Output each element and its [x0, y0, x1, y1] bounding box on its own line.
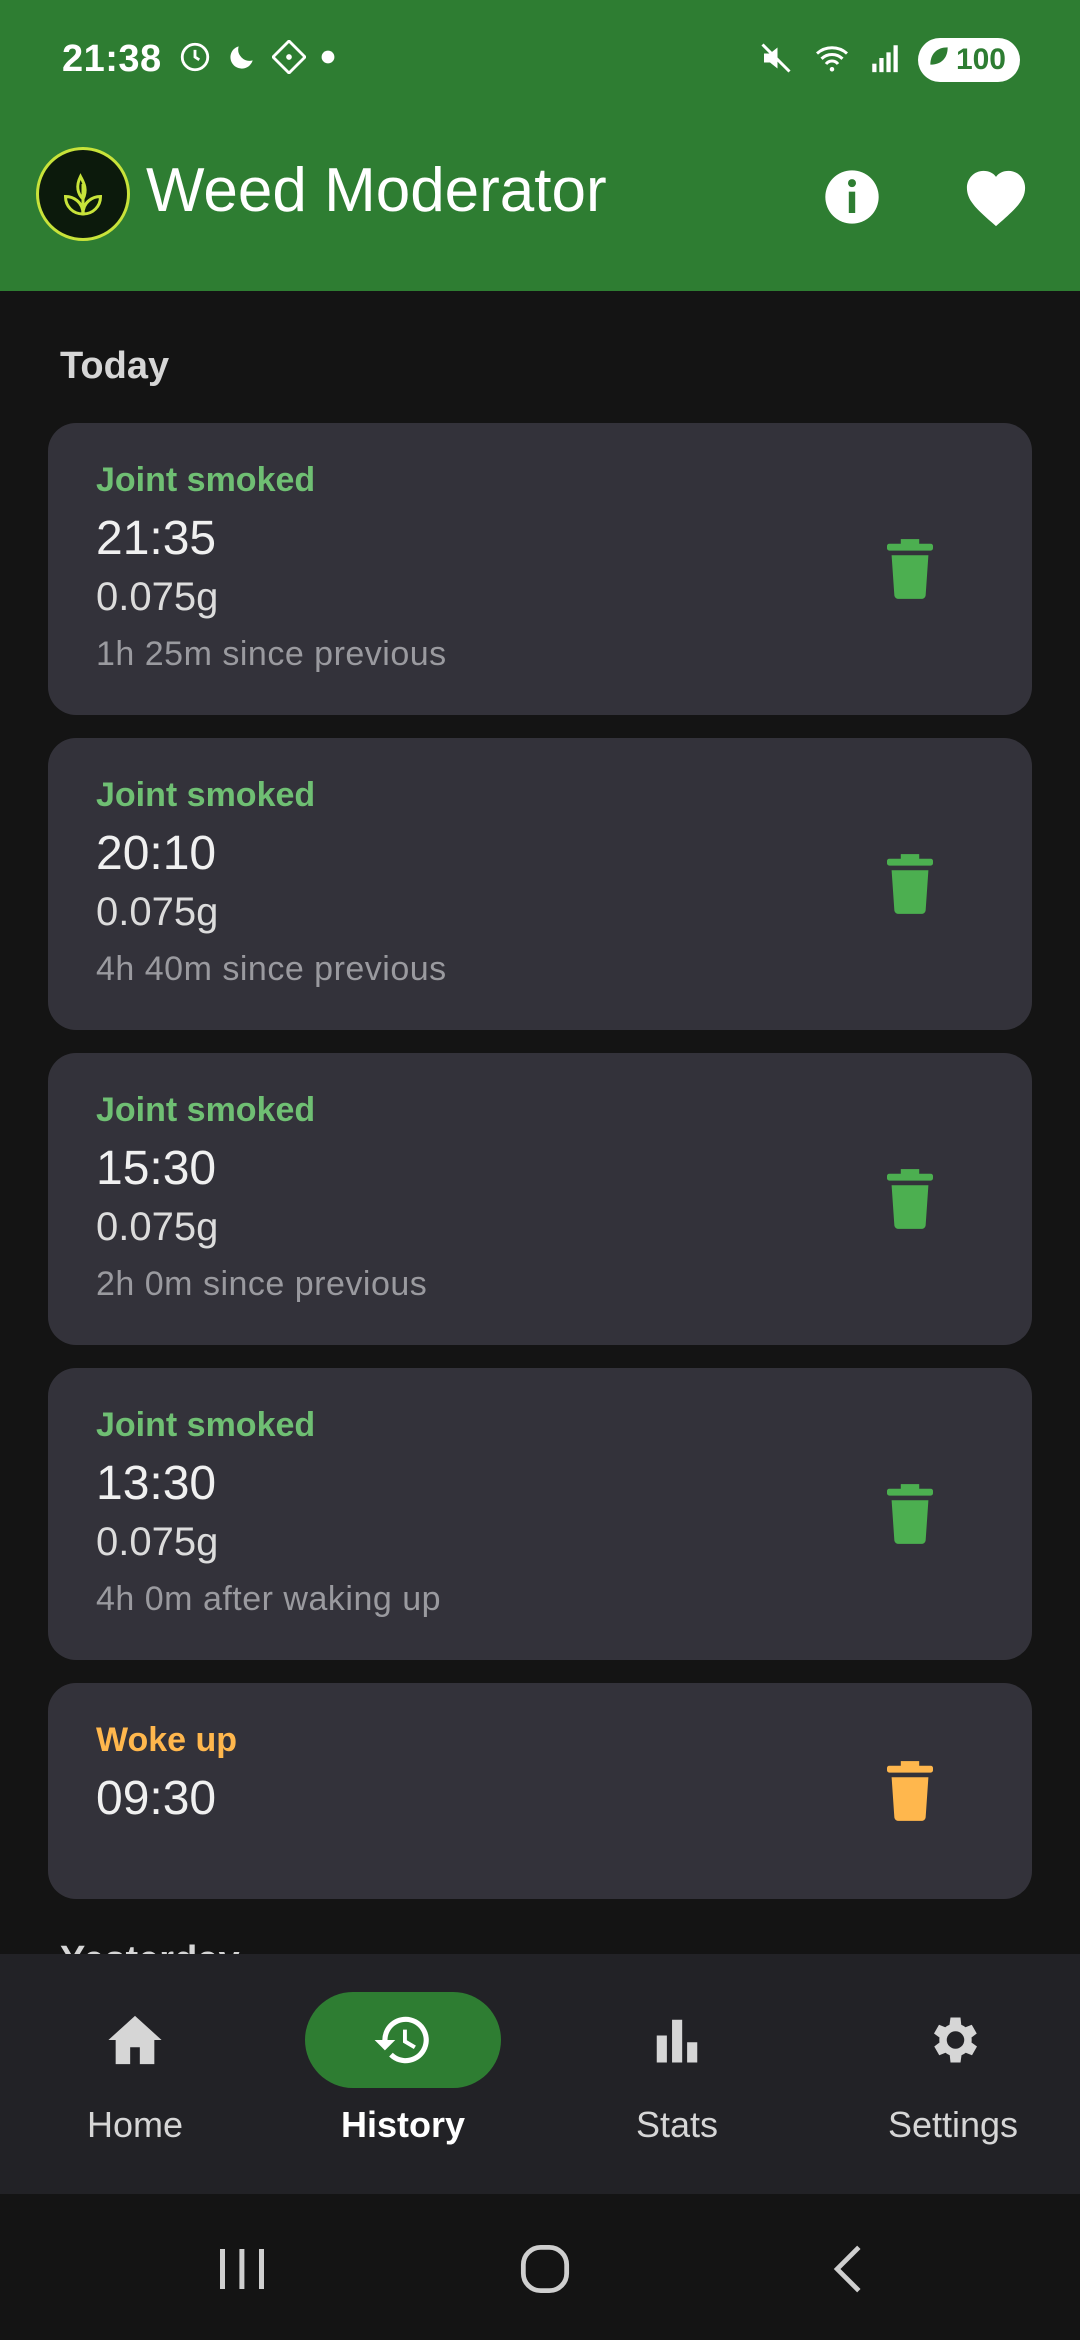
history-list[interactable]: Today Joint smoked 21:35 0.075g 1h 25m s… — [0, 291, 1080, 1954]
entry-type: Joint smoked — [96, 1091, 316, 1129]
entry-amount: 0.075g — [96, 575, 219, 619]
home-circle-icon — [520, 2244, 570, 2294]
battery-leaf-icon — [926, 43, 952, 77]
nav-history[interactable]: History — [268, 1954, 538, 2194]
nav-history-active-indicator — [305, 1992, 501, 2088]
nav-home[interactable]: Home — [0, 1954, 270, 2194]
status-notification-icons — [178, 38, 336, 79]
delete-button[interactable] — [880, 849, 940, 919]
trash-icon — [887, 539, 933, 599]
trash-icon — [887, 1484, 933, 1544]
gear-icon — [934, 2017, 977, 2063]
bottom-navigation: Home History Stats Settings — [0, 1954, 1080, 2194]
back-chevron-icon — [833, 2245, 861, 2293]
nav-home-label: Home — [86, 2104, 184, 2145]
entry-time: 20:10 — [96, 827, 217, 880]
entry-amount: 0.075g — [96, 1205, 219, 1249]
info-button[interactable] — [814, 159, 890, 235]
home-icon — [108, 2015, 162, 2065]
favorite-button[interactable] — [958, 159, 1034, 235]
entry-interval: 2h 0m since previous — [96, 1265, 428, 1303]
entry-type: Woke up — [96, 1721, 238, 1759]
nav-home-icon-container — [37, 1992, 233, 2088]
entry-amount: 0.075g — [96, 1520, 219, 1564]
trash-icon — [887, 1169, 933, 1229]
nav-stats-label: Stats — [635, 2104, 719, 2145]
entry-amount: 0.075g — [96, 890, 219, 934]
back-button[interactable] — [808, 2236, 888, 2302]
recent-apps-icon — [220, 2249, 264, 2289]
system-navigation-bar — [0, 2194, 1080, 2340]
status-bar: 21:38 100 — [0, 0, 1080, 125]
delete-button[interactable] — [880, 1164, 940, 1234]
do-not-disturb-moon-icon — [226, 41, 258, 78]
nav-history-label: History — [340, 2104, 466, 2145]
status-time: 21:38 — [62, 38, 162, 80]
app-title: Weed Moderator — [146, 156, 607, 225]
delete-button[interactable] — [880, 1479, 940, 1549]
bar-chart-icon — [656, 2019, 698, 2063]
history-entry-card[interactable]: Joint smoked 20:10 0.075g 4h 40m since p… — [48, 738, 1032, 1030]
trash-icon — [887, 1761, 933, 1821]
history-entry-card[interactable]: Joint smoked 21:35 0.075g 1h 25m since p… — [48, 423, 1032, 715]
notification-dot-icon — [320, 49, 336, 70]
recent-apps-button[interactable] — [202, 2236, 282, 2302]
delete-button[interactable] — [880, 1756, 940, 1826]
section-header-yesterday: Yesterday — [60, 1939, 240, 1954]
alarm-icon — [178, 40, 212, 79]
battery-indicator: 100 — [917, 38, 1020, 82]
status-system-icons: 100 — [758, 38, 1020, 82]
top-bar: 21:38 100 Weed Moderator — [0, 0, 1080, 291]
delete-button[interactable] — [880, 534, 940, 604]
entry-type: Joint smoked — [96, 776, 316, 814]
entry-interval: 4h 40m since previous — [96, 950, 447, 988]
entry-type: Joint smoked — [96, 1406, 316, 1444]
home-system-button[interactable] — [505, 2236, 585, 2302]
nav-settings-label: Settings — [887, 2104, 1019, 2145]
entry-type: Joint smoked — [96, 461, 316, 499]
history-entry-card[interactable]: Woke up 09:30 — [48, 1683, 1032, 1899]
mute-icon — [758, 40, 794, 81]
entry-time: 09:30 — [96, 1772, 217, 1825]
entry-time: 15:30 — [96, 1142, 217, 1195]
entry-time: 21:35 — [96, 512, 217, 565]
entry-time: 13:30 — [96, 1457, 217, 1510]
nav-settings[interactable]: Settings — [818, 1954, 1080, 2194]
trash-icon — [887, 854, 933, 914]
signal-icon — [870, 41, 900, 80]
nfc-icon — [270, 38, 308, 79]
history-entry-card[interactable]: Joint smoked 13:30 0.075g 4h 0m after wa… — [48, 1368, 1032, 1660]
nav-stats[interactable]: Stats — [542, 1954, 812, 2194]
section-header-today: Today — [60, 345, 170, 387]
leaf-logo-icon — [36, 147, 130, 241]
entry-interval: 1h 25m since previous — [96, 635, 447, 673]
info-icon — [825, 170, 879, 224]
nav-settings-icon-container — [855, 1992, 1051, 2088]
history-icon — [374, 2016, 429, 2064]
heart-icon — [966, 170, 1026, 227]
entry-interval: 4h 0m after waking up — [96, 1580, 442, 1618]
app-bar: Weed Moderator — [0, 125, 1080, 291]
nav-stats-icon-container — [579, 1992, 775, 2088]
wifi-icon — [812, 40, 852, 81]
battery-level: 100 — [955, 43, 1006, 76]
history-entry-card[interactable]: Joint smoked 15:30 0.075g 2h 0m since pr… — [48, 1053, 1032, 1345]
